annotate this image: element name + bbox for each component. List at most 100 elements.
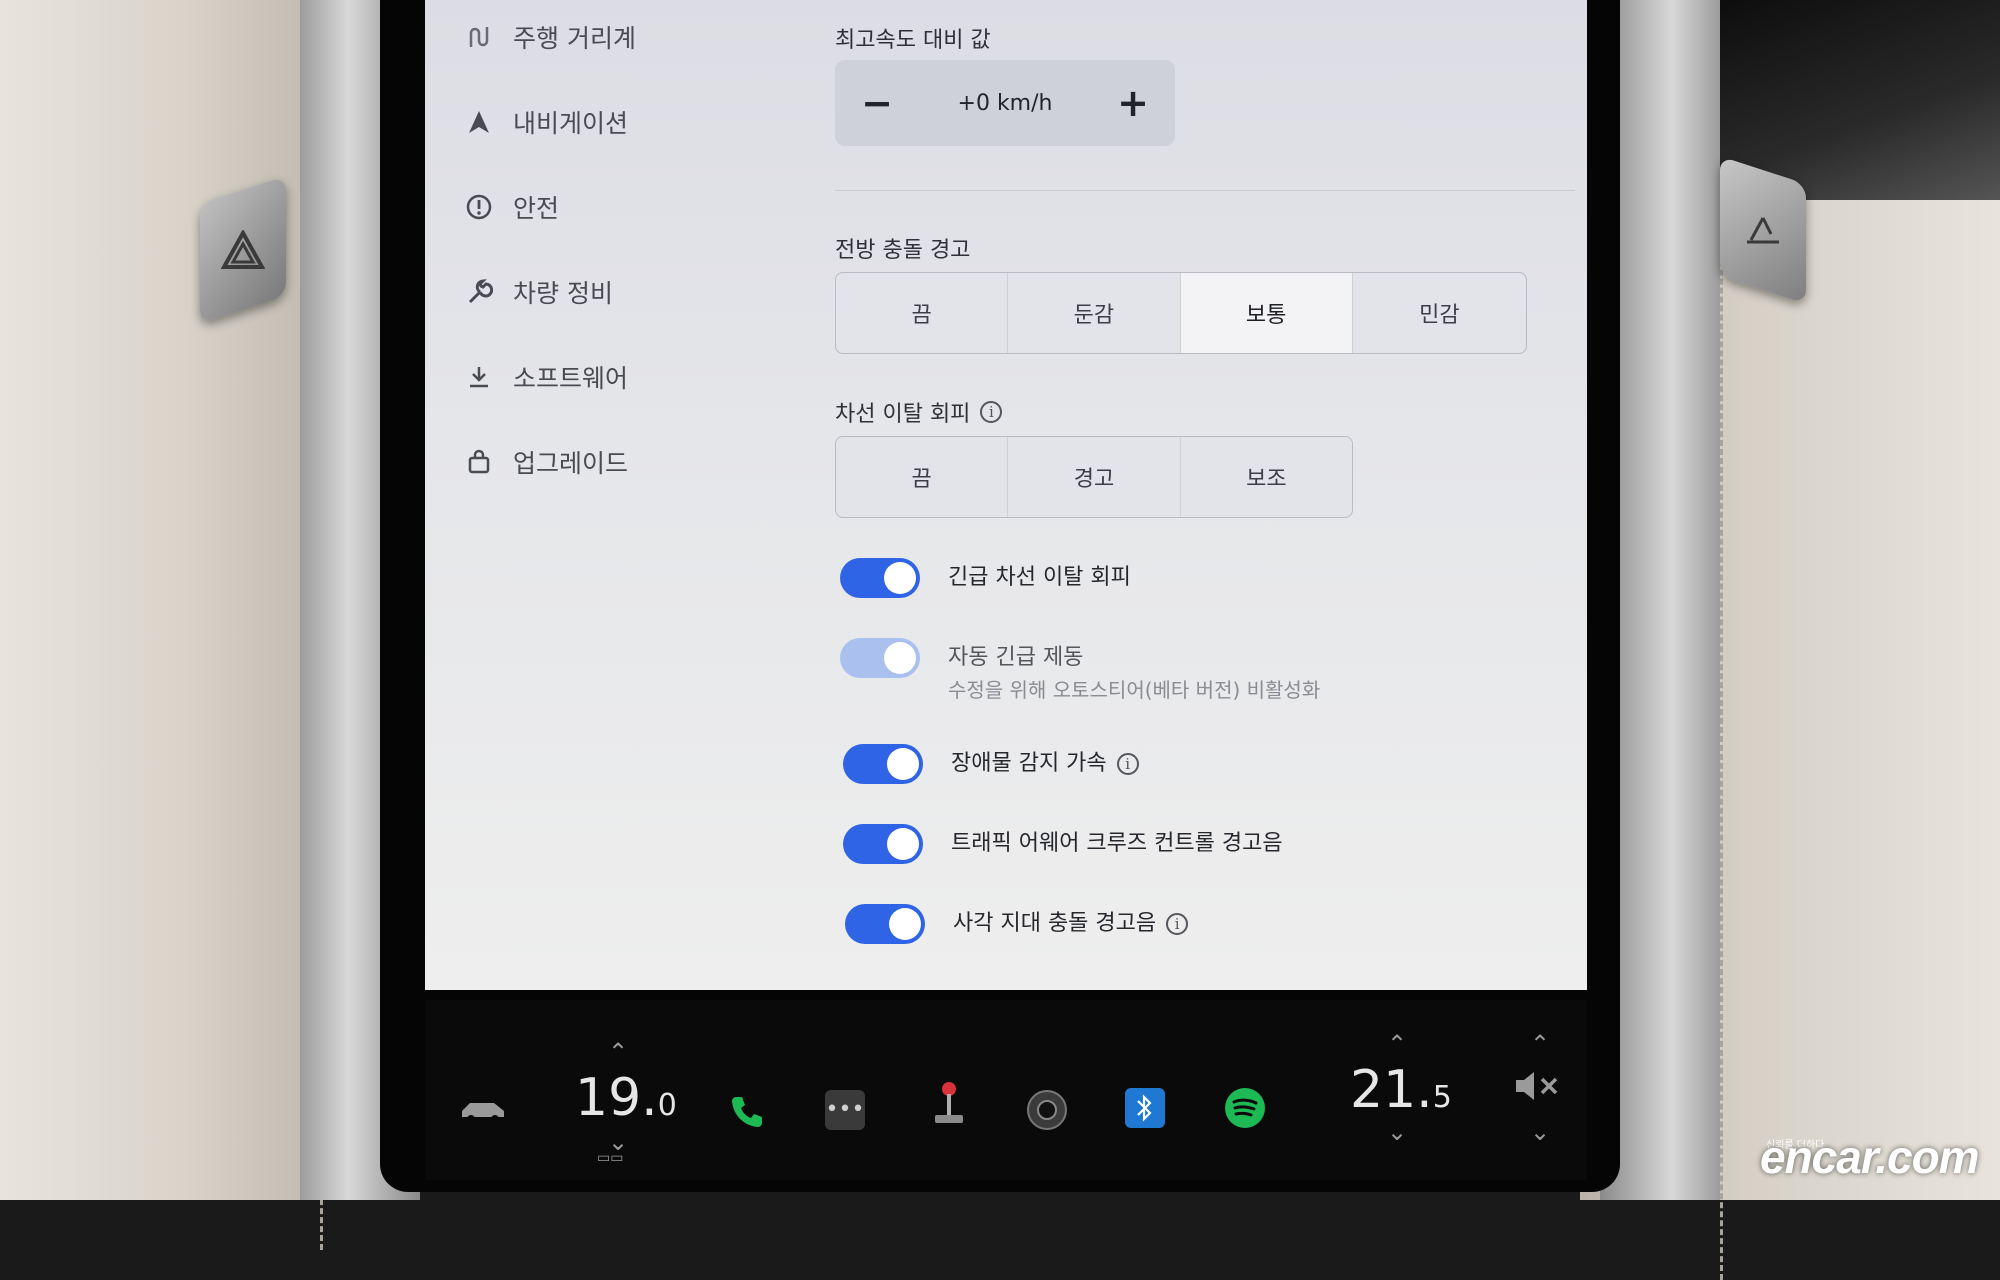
right-seat-stitching — [1720, 180, 1963, 1280]
obstacle-aware-acceleration-info-icon[interactable]: i — [1116, 753, 1139, 775]
left-seat-stitching — [60, 150, 323, 1250]
bluetooth-icon[interactable] — [1125, 1088, 1165, 1128]
toggle-knob — [884, 642, 916, 674]
spotify-graphic — [1225, 1088, 1265, 1128]
volume-muted-icon[interactable] — [1507, 1064, 1567, 1108]
blind-spot-chime-label: 사각 지대 충돌 경고음 i — [953, 904, 1189, 944]
increase-speed-offset-button[interactable]: + — [1113, 81, 1153, 125]
lane-departure-info-icon[interactable]: i — [980, 401, 1003, 423]
toggle-text: 자동 긴급 제동 수정을 위해 오토스티어(베타 버전) 비활성화 — [948, 638, 1320, 703]
tacc-chime-label: 트래픽 어웨어 크루즈 컨트롤 경고음 — [951, 831, 1283, 856]
toggle-row-blind-spot-chime: 사각 지대 충돌 경고음 i — [845, 904, 1189, 944]
navigation-arrow-icon — [469, 111, 489, 133]
settings-sidebar: 주행 거리계 내비게이션 안전 차량 정비 소프트웨어 업그레이드 — [425, 0, 785, 990]
obstacle-aware-acceleration-toggle[interactable] — [843, 744, 923, 784]
passenger-temp-value: 21. — [1350, 1060, 1433, 1120]
wrench-icon — [468, 279, 493, 304]
sidebar-item-label: 업그레이드 — [513, 449, 629, 478]
ellipsis-glyph: ••• — [825, 1097, 865, 1122]
forward-collision-selector: 끔 둔감 보통 민감 — [835, 272, 1527, 354]
phone-icon[interactable] — [725, 1090, 769, 1134]
driver-temp-value: 19. — [575, 1068, 658, 1128]
touchscreen: 주행 거리계 내비게이션 안전 차량 정비 소프트웨어 업그레이드 최고속도 대… — [425, 0, 1587, 990]
lane-departure-selector: 끔 경고 보조 — [835, 436, 1353, 518]
toggle-row-emergency-lane-avoidance: 긴급 차선 이탈 회피 — [840, 558, 1131, 598]
toybox-joystick-icon[interactable] — [927, 1082, 971, 1126]
download-icon — [470, 367, 488, 388]
forward-collision-option-early[interactable]: 민감 — [1353, 273, 1526, 353]
lane-departure-option-off[interactable]: 끔 — [836, 437, 1009, 517]
glovebox-icon — [1747, 217, 1779, 244]
speed-offset-value: +0 km/h — [957, 90, 1053, 116]
sidebar-item-service[interactable]: 차량 정비 — [465, 267, 613, 317]
seat-heater-icon[interactable]: ▭▭ — [597, 1150, 623, 1166]
sidebar-item-navigation[interactable]: 내비게이션 — [465, 97, 628, 147]
toggle-row-obstacle-aware-acceleration: 장애물 감지 가속 i — [843, 744, 1139, 784]
sidebar-item-software[interactable]: 소프트웨어 — [465, 352, 628, 402]
toggle-knob — [887, 748, 919, 780]
automatic-emergency-braking-note: 수정을 위해 오토스티어(베타 버전) 비활성화 — [948, 678, 1321, 702]
toggle-row-tacc-chime: 트래픽 어웨어 크루즈 컨트롤 경고음 — [843, 824, 1283, 864]
volume-down-chevron[interactable]: ⌄ — [1530, 1118, 1550, 1146]
passenger-temp-decimal: 5 — [1432, 1080, 1452, 1115]
obstacle-aware-acceleration-label: 장애물 감지 가속 i — [951, 744, 1139, 784]
camera-icon[interactable] — [1025, 1088, 1069, 1132]
lane-departure-option-warning[interactable]: 경고 — [1008, 437, 1181, 517]
emergency-lane-avoidance-label: 긴급 차선 이탈 회피 — [948, 565, 1131, 590]
car-icon[interactable] — [455, 1088, 511, 1132]
emergency-lane-avoidance-toggle[interactable] — [840, 558, 920, 598]
odometer-icon — [469, 27, 489, 47]
safety-info-icon — [466, 194, 492, 220]
forward-collision-option-late[interactable]: 둔감 — [1008, 273, 1181, 353]
sidebar-item-label: 내비게이션 — [513, 109, 629, 138]
passenger-temp-up-chevron[interactable]: ⌃ — [1387, 1030, 1407, 1058]
passenger-temp-down-chevron[interactable]: ⌄ — [1387, 1118, 1407, 1146]
blind-spot-chime-toggle[interactable] — [845, 904, 925, 944]
forward-collision-option-off[interactable]: 끔 — [836, 273, 1009, 353]
blind-spot-chime-info-icon[interactable]: i — [1166, 913, 1189, 935]
bottom-dock: ⌃ 19.0 ⌄ ▭▭ ••• ⌃ 21.5 ⌄ ⌃ ⌄ — [425, 1000, 1587, 1180]
blind-spot-chime-label-text: 사각 지대 충돌 경고음 — [953, 911, 1157, 936]
automatic-emergency-braking-label: 자동 긴급 제동 — [948, 645, 1084, 670]
passenger-temperature[interactable]: 21.5 — [1350, 1060, 1452, 1120]
obstacle-aware-acceleration-label-text: 장애물 감지 가속 — [951, 751, 1107, 776]
shopping-bag-icon — [468, 449, 490, 474]
forward-collision-option-medium[interactable]: 보통 — [1180, 273, 1353, 353]
driver-temperature[interactable]: 19.0 — [575, 1068, 677, 1128]
sidebar-item-label: 소프트웨어 — [513, 364, 629, 393]
sidebar-item-label: 안전 — [513, 194, 560, 223]
toggle-knob — [889, 908, 921, 940]
driver-temp-up-chevron[interactable]: ⌃ — [608, 1038, 628, 1066]
toggle-row-automatic-emergency-braking: 자동 긴급 제동 수정을 위해 오토스티어(베타 버전) 비활성화 — [840, 638, 1320, 703]
bluetooth-glyph — [1137, 1094, 1152, 1122]
lane-departure-title: 차선 이탈 회피 i — [835, 396, 1003, 428]
driver-temp-decimal: 0 — [657, 1088, 677, 1123]
phone-icon-graphic — [732, 1097, 762, 1127]
volume-up-chevron[interactable]: ⌃ — [1530, 1030, 1550, 1058]
sidebar-item-label: 차량 정비 — [513, 279, 613, 308]
encar-watermark: encar.com — [1760, 1131, 1980, 1183]
sidebar-item-odometer[interactable]: 주행 거리계 — [465, 12, 636, 62]
forward-collision-title: 전방 충돌 경고 — [835, 238, 971, 263]
speed-offset-stepper: − +0 km/h + — [835, 60, 1175, 146]
tacc-chime-toggle[interactable] — [843, 824, 923, 864]
spotify-icon[interactable] — [1223, 1086, 1267, 1130]
toggle-text: 장애물 감지 가속 i — [951, 744, 1139, 784]
camera-lens-graphic — [1027, 1090, 1067, 1130]
toggle-text: 트래픽 어웨어 크루즈 컨트롤 경고음 — [951, 824, 1283, 864]
sidebar-item-label: 주행 거리계 — [513, 24, 636, 53]
sidebar-item-upgrades[interactable]: 업그레이드 — [465, 437, 628, 487]
joystick-graphic — [935, 1082, 963, 1123]
toggle-text: 긴급 차선 이탈 회피 — [948, 558, 1131, 598]
lane-departure-title-text: 차선 이탈 회피 — [835, 402, 971, 427]
car-icon-graphic — [462, 1103, 504, 1123]
decrease-speed-offset-button[interactable]: − — [857, 81, 897, 125]
automatic-emergency-braking-toggle[interactable] — [840, 638, 920, 678]
more-apps-icon[interactable]: ••• — [825, 1090, 865, 1130]
lane-departure-option-assist[interactable]: 보조 — [1181, 437, 1352, 517]
speed-offset-title: 최고속도 대비 값 — [835, 28, 991, 53]
toggle-knob — [887, 828, 919, 860]
sidebar-item-safety[interactable]: 안전 — [465, 182, 559, 232]
hazard-icon — [221, 230, 265, 269]
toggle-text: 사각 지대 충돌 경고음 i — [953, 904, 1189, 944]
